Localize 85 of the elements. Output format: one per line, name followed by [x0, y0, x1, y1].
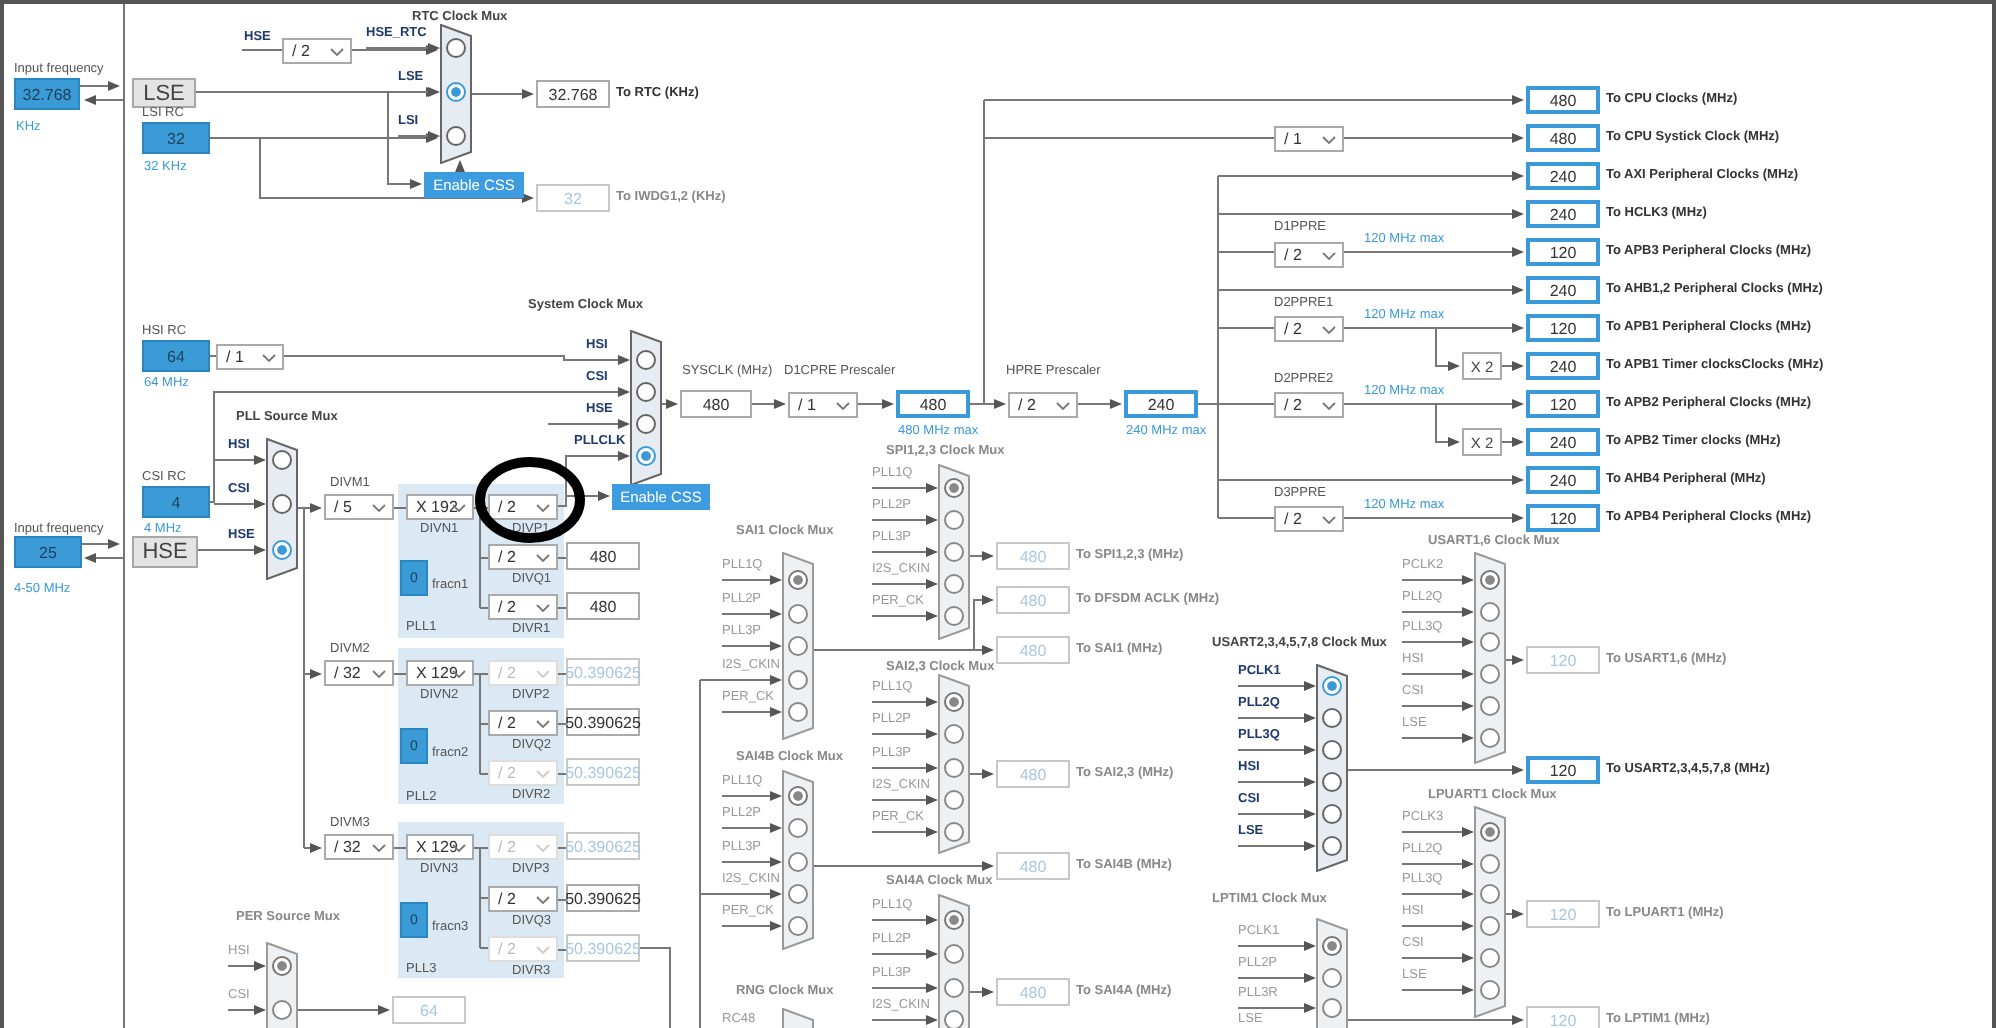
chevron-down-icon [1322, 136, 1336, 144]
chevron-down-icon [372, 670, 386, 678]
frequency-value-box: 120 [1526, 646, 1600, 674]
prescaler-dropdown[interactable]: / 1 [788, 392, 858, 418]
frequency-value-box: 120 [1526, 390, 1600, 418]
frequency-value-box: 480 [996, 978, 1070, 1006]
oscillator-source-box: LSE [132, 78, 196, 108]
frequency-value-box: 120 [1526, 900, 1600, 928]
frequency-value-box: 480 [680, 390, 752, 418]
frequency-value-box: 240 [1526, 200, 1600, 228]
prescaler-dropdown[interactable]: / 2 [488, 594, 558, 620]
frequency-value-box: 32 [536, 184, 610, 212]
frequency-value-box: 240 [1526, 466, 1600, 494]
prescaler-dropdown[interactable]: / 5 [324, 494, 394, 520]
frequency-value-box: 480 [566, 542, 640, 570]
chevron-down-icon [1322, 516, 1336, 524]
prescaler-dropdown[interactable]: / 2 [1274, 242, 1344, 268]
prescaler-dropdown[interactable]: / 2 [1008, 392, 1078, 418]
chevron-down-icon [536, 504, 550, 512]
frequency-value-box: 480 [996, 542, 1070, 570]
frequency-value-box: 240 [1526, 276, 1600, 304]
prescaler-dropdown[interactable]: X 129 [406, 834, 474, 860]
frequency-value-box: 240 [1526, 428, 1600, 456]
frequency-value-box: 120 [1526, 756, 1600, 784]
frequency-value-box: 120 [1526, 238, 1600, 266]
prescaler-dropdown[interactable]: X 129 [406, 660, 474, 686]
chevron-down-icon [1322, 326, 1336, 334]
chevron-down-icon [1322, 402, 1336, 410]
chevron-down-icon [262, 354, 276, 362]
prescaler-dropdown[interactable]: / 32 [324, 834, 394, 860]
chevron-down-icon [372, 844, 386, 852]
frequency-value-box: 120 [1526, 1006, 1600, 1028]
input-frequency-field[interactable]: 25 [14, 536, 82, 568]
frequency-value-box: 480 [996, 586, 1070, 614]
chevron-down-icon [536, 946, 550, 954]
prescaler-dropdown[interactable]: / 2 [1274, 392, 1344, 418]
frequency-value-box: 64 [392, 996, 466, 1024]
frequency-value-box: 480 [1526, 124, 1600, 152]
frequency-value-box: 32.768 [536, 80, 610, 108]
prescaler-dropdown[interactable]: / 1 [1274, 126, 1344, 152]
frequency-value-box: 50.390625 [566, 832, 640, 860]
prescaler-dropdown[interactable]: / 2 [488, 886, 558, 912]
frequency-value-box: 50.390625 [566, 658, 640, 686]
chevron-down-icon [536, 554, 550, 562]
oscillator-value-box: 4 [142, 486, 210, 518]
chevron-down-icon [536, 844, 550, 852]
frequency-value-box: 50.390625 [566, 884, 640, 912]
frequency-value-box: 50.390625 [566, 708, 640, 736]
frequency-value-box: 480 [896, 390, 970, 418]
frequency-value-box: 120 [1526, 504, 1600, 532]
prescaler-dropdown[interactable]: / 2 [282, 38, 352, 64]
chevron-down-icon [536, 770, 550, 778]
prescaler-dropdown[interactable]: / 2 [488, 710, 558, 736]
circle-annotation [474, 456, 586, 544]
oscillator-value-box: 64 [142, 340, 210, 372]
chevron-down-icon [1322, 252, 1336, 260]
prescaler-dropdown[interactable]: / 2 [488, 544, 558, 570]
frequency-value-box: 480 [996, 852, 1070, 880]
chevron-down-icon [1056, 402, 1070, 410]
input-frequency-field[interactable]: 32.768 [14, 78, 80, 110]
prescaler-dropdown[interactable]: / 1 [216, 344, 284, 370]
prescaler-dropdown[interactable]: / 2 [1274, 316, 1344, 342]
frequency-value-box: 480 [996, 760, 1070, 788]
frequency-value-box: 120 [1526, 314, 1600, 342]
frequency-value-box: 480 [1526, 86, 1600, 114]
frequency-value-box: 240 [1124, 390, 1198, 418]
frequency-value-box: 50.390625 [566, 758, 640, 786]
chevron-down-icon [372, 504, 386, 512]
chevron-down-icon [536, 720, 550, 728]
oscillator-value-box: 32 [142, 122, 210, 154]
prescaler-dropdown[interactable]: / 32 [324, 660, 394, 686]
frequency-value-box: 240 [1526, 162, 1600, 190]
prescaler-dropdown[interactable]: / 2 [488, 494, 558, 520]
chevron-down-icon [536, 604, 550, 612]
chevron-down-icon [836, 402, 850, 410]
prescaler-dropdown[interactable]: / 2 [1274, 506, 1344, 532]
frequency-value-box: 240 [1526, 352, 1600, 380]
prescaler-dropdown[interactable]: X 192 [406, 494, 474, 520]
frequency-value-box: 50.390625 [566, 934, 640, 962]
chevron-down-icon [536, 896, 550, 904]
chevron-down-icon [536, 670, 550, 678]
chevron-down-icon [330, 48, 344, 56]
frequency-value-box: 480 [566, 592, 640, 620]
oscillator-source-box: HSE [132, 536, 198, 568]
frequency-value-box: 480 [996, 636, 1070, 664]
